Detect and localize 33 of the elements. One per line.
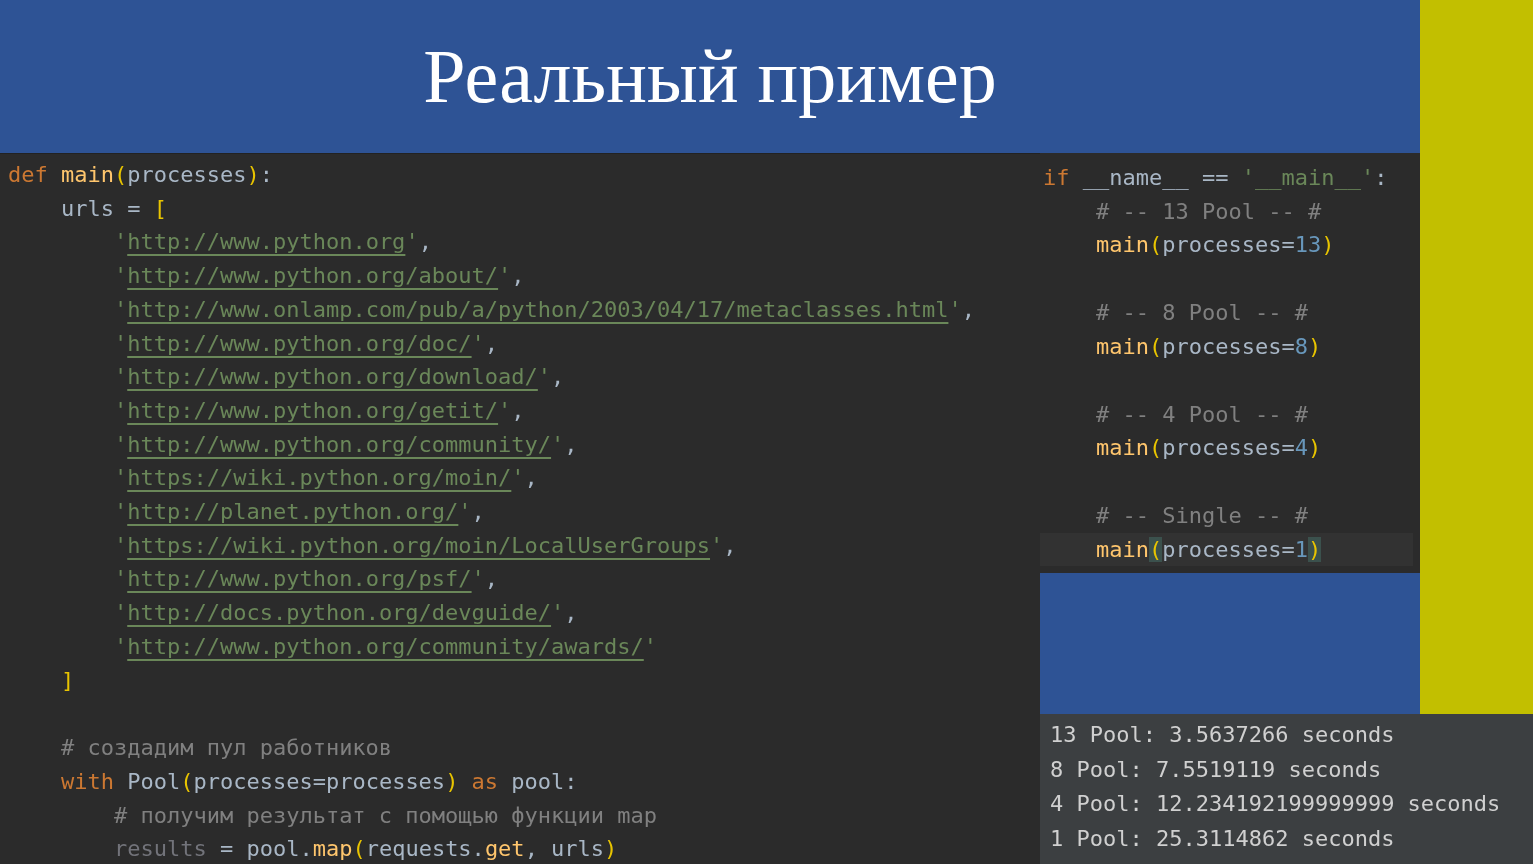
code-line: main(processes=13): [1094, 231, 1335, 260]
code-line: # -- 13 Pool -- #: [1094, 197, 1322, 226]
code-line: 'http://www.onlamp.com/pub/a/python/2003/04/17/metaclasses.html',: [112, 295, 975, 324]
code-line: # получим результат с помощью функции map: [112, 801, 657, 830]
code-line: 'http://www.python.org/doc/',: [112, 329, 499, 358]
code-line: 'http://www.python.org',: [112, 228, 432, 257]
code-line: 'http://www.python.org/getit/',: [112, 396, 525, 425]
code-line: ]: [59, 666, 75, 695]
code-line: main(processes=4): [1094, 434, 1322, 463]
code-line: 'http://www.python.org/community/',: [112, 430, 578, 459]
code-line: 'http://planet.python.org/',: [112, 498, 485, 527]
code-line: # создадим пул работников: [59, 734, 393, 763]
code-line: with Pool(processes=processes) as pool:: [59, 767, 578, 796]
code-line: results = pool.map(requests.get, urls): [112, 835, 618, 864]
code-line: main(processes=8): [1094, 332, 1322, 361]
code-line: 'http://www.python.org/psf/',: [112, 565, 499, 594]
code-line: 'https://wiki.python.org/moin/',: [112, 464, 538, 493]
output-line: 4 Pool: 12.234192199999999 seconds: [1050, 790, 1501, 818]
code-line: if __name__ == '__main__':: [1042, 164, 1388, 192]
code-line: # -- 4 Pool -- #: [1094, 400, 1308, 429]
slide-title: Реальный пример: [423, 33, 997, 120]
code-line: def main(processes):: [8, 161, 273, 189]
code-line: 'http://www.python.org/community/awards/': [112, 632, 658, 661]
output-line: 13 Pool: 3.5637266 seconds: [1050, 721, 1395, 749]
code-line: 'http://www.python.org/download/',: [112, 363, 565, 392]
code-line: 'http://www.python.org/about/',: [112, 262, 525, 291]
code-line: # -- Single -- #: [1094, 501, 1308, 530]
code-line: 'https://wiki.python.org/moin/LocalUserGroups',: [112, 531, 737, 560]
output-line: 8 Pool: 7.5519119 seconds: [1050, 755, 1382, 784]
code-line: 'http://docs.python.org/devguide/',: [112, 599, 578, 628]
output-line: 1 Pool: 25.3114862 seconds: [1050, 824, 1395, 853]
code-line: urls = [: [59, 194, 167, 223]
code-line: # -- 8 Pool -- #: [1094, 299, 1308, 328]
